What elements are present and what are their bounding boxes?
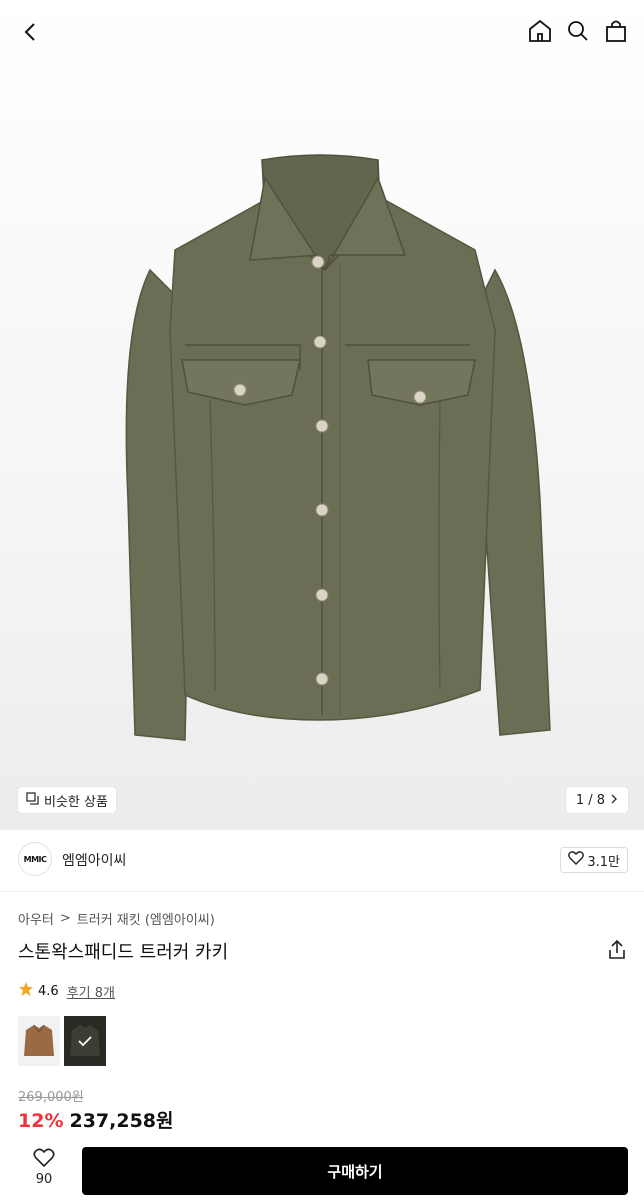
review-link[interactable]: 후기 8개 xyxy=(67,982,115,1001)
bottom-action-bar: 90 구매하기 xyxy=(0,1140,644,1200)
wishlist-count: 90 xyxy=(35,1172,53,1187)
breadcrumb-separator: > xyxy=(59,911,71,926)
rating-row: 4.6 후기 8개 xyxy=(18,981,115,1001)
rating-value: 4.6 xyxy=(38,983,59,999)
color-swatches xyxy=(18,1016,106,1066)
brand-name[interactable]: 엠엠아이씨 xyxy=(62,850,126,870)
search-icon[interactable] xyxy=(564,16,592,46)
sale-price: 237,258원 xyxy=(69,1110,174,1132)
breadcrumb: 아우터 > 트러커 재킷 (엠엠아이씨) xyxy=(18,909,215,928)
product-title: 스톤왁스패디드 트러커 카키 xyxy=(18,942,229,963)
chevron-right-icon xyxy=(611,793,618,808)
brand-row[interactable]: MMIC 엠엠아이씨 3.1만 xyxy=(0,830,644,892)
brand-like-count: 3.1만 xyxy=(587,854,620,870)
star-icon xyxy=(18,981,34,1001)
breadcrumb-level1[interactable]: 아우터 xyxy=(18,909,54,928)
breadcrumb-level2[interactable]: 트러커 재킷 (엠엠아이씨) xyxy=(77,909,215,928)
heart-icon xyxy=(568,851,585,869)
original-price: 269,000원 xyxy=(18,1090,84,1105)
check-icon xyxy=(64,1016,106,1066)
buy-button[interactable]: 구매하기 xyxy=(82,1147,628,1195)
image-counter[interactable]: 1 / 8 xyxy=(565,787,628,813)
product-photo xyxy=(125,154,551,741)
image-counter-text: 1 / 8 xyxy=(575,792,605,808)
home-icon[interactable] xyxy=(526,16,554,46)
swatch-brown[interactable] xyxy=(18,1016,60,1066)
product-page: 비슷한 상품 1 / 8 MMIC 엠엠아이씨 3.1만 아우터 > 트러커 재… xyxy=(0,0,644,1200)
shopping-bag-icon[interactable] xyxy=(602,16,630,46)
brand-like-button[interactable]: 3.1만 xyxy=(560,847,628,873)
swatch-khaki[interactable] xyxy=(64,1016,106,1066)
similar-icon xyxy=(26,791,39,809)
price-row: 12% 237,258원 xyxy=(18,1106,174,1133)
similar-products-button[interactable]: 비슷한 상품 xyxy=(18,787,116,813)
similar-label: 비슷한 상품 xyxy=(44,794,108,810)
brand-logo[interactable]: MMIC xyxy=(18,842,52,876)
wishlist-button[interactable]: 90 xyxy=(24,1148,64,1187)
share-icon[interactable] xyxy=(607,939,627,961)
top-navigation xyxy=(0,0,644,62)
product-image-gallery[interactable]: 비슷한 상품 1 / 8 xyxy=(0,0,644,830)
heart-icon xyxy=(33,1148,55,1172)
back-icon[interactable] xyxy=(16,17,46,47)
discount-rate: 12% xyxy=(18,1110,64,1132)
